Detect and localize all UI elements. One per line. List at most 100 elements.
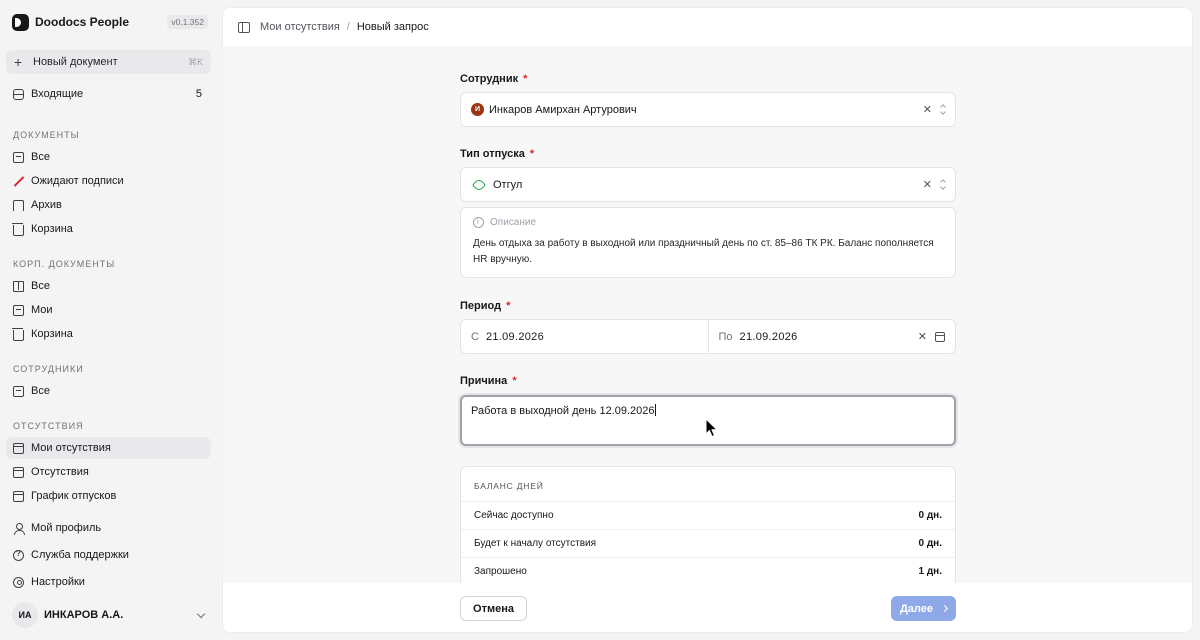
mouse-cursor-icon xyxy=(705,418,719,438)
sidebar-item-label: Отсутствия xyxy=(31,466,89,478)
sidebar-item-corp-trash[interactable]: Корзина xyxy=(6,323,211,345)
next-button-label: Далее xyxy=(899,602,934,615)
trash-icon xyxy=(12,327,24,341)
sidebar-item-docs-trash[interactable]: Корзина xyxy=(6,218,211,240)
leave-type-value: Отгул xyxy=(493,178,523,191)
clear-icon[interactable]: ✕ xyxy=(923,103,932,116)
version-badge: v0.1.352 xyxy=(167,15,208,29)
gear-icon xyxy=(13,576,24,588)
required-mark: * xyxy=(523,73,528,85)
sidebar-item-employees-all[interactable]: Все xyxy=(6,380,211,402)
period-range-picker: С 21.09.2026 По 21.09.2026 ✕ xyxy=(460,319,956,354)
form-scroll-area[interactable]: Сотрудник * И Инкаров Амирхан Артурович ✕… xyxy=(223,46,1192,583)
text-caret xyxy=(654,404,656,416)
balance-row-label: Сейчас доступно xyxy=(474,510,554,521)
section-documents: ДОКУМЕНТЫ xyxy=(13,130,80,140)
employee-label: Сотрудник * xyxy=(460,73,527,85)
breadcrumb-separator: / xyxy=(346,21,350,33)
tag-icon xyxy=(471,177,487,192)
form-footer: Отмена Далее xyxy=(223,583,1192,632)
sidebar-item-my-profile[interactable]: Мой профиль xyxy=(6,517,211,539)
chevron-right-icon xyxy=(940,604,949,613)
pen-icon xyxy=(13,176,24,187)
sidebar-item-label: Архив xyxy=(31,199,62,211)
balance-row-label: Запрошено xyxy=(474,566,527,577)
sidebar-item-corp-mine[interactable]: Мои xyxy=(6,299,211,321)
sidebar-item-label: Корзина xyxy=(31,328,73,340)
calendar-icon[interactable] xyxy=(935,331,945,342)
balance-row-label: Будет к началу отсутствия xyxy=(474,538,597,549)
info-icon xyxy=(473,217,484,228)
breadcrumb-parent[interactable]: Мои отсутствия xyxy=(260,21,340,33)
leave-type-select[interactable]: Отгул ✕ xyxy=(460,167,956,202)
required-mark: * xyxy=(529,148,535,160)
section-employees: СОТРУДНИКИ xyxy=(13,364,84,374)
inbox-count: 5 xyxy=(195,88,202,100)
sidebar-item-label: График отпусков xyxy=(31,490,117,502)
sidebar-item-label: Входящие xyxy=(31,88,84,100)
balance-row: Будет к началу отсутствия 0 дн. xyxy=(461,530,955,558)
reason-label-text: Причина xyxy=(460,375,508,387)
required-mark: * xyxy=(506,300,511,312)
sidebar-item-awaiting-signature[interactable]: Ожидают подписи xyxy=(6,170,211,192)
breadcrumb-current: Новый запрос xyxy=(356,21,429,33)
new-document-button[interactable]: + Новый документ ⌘K xyxy=(6,50,211,74)
employee-select[interactable]: И Инкаров Амирхан Артурович ✕ xyxy=(460,92,956,127)
leave-type-label-text: Тип отпуска xyxy=(460,148,525,160)
to-prefix: По xyxy=(718,330,733,343)
chevron-updown-icon xyxy=(940,179,946,190)
profile-menu[interactable]: ИА ИНКАРОВ А.А. xyxy=(12,602,208,628)
sidebar-item-label: Корзина xyxy=(31,223,73,235)
clear-icon[interactable]: ✕ xyxy=(923,178,932,191)
sidebar-item-corp-all[interactable]: Все xyxy=(6,275,211,297)
sidebar-item-label: Все xyxy=(31,385,50,397)
profile-name: ИНКАРОВ А.А. xyxy=(44,609,124,621)
sidebar-item-vacation-schedule[interactable]: График отпусков xyxy=(6,485,211,507)
main-panel: Мои отсутствия / Новый запрос Сотрудник *… xyxy=(222,7,1193,633)
sidebar-item-absences[interactable]: Отсутствия xyxy=(6,461,211,483)
chevron-updown-icon xyxy=(940,104,946,115)
period-label: Период * xyxy=(460,300,510,312)
user-icon xyxy=(13,522,25,535)
sidebar-item-archive[interactable]: Архив xyxy=(6,194,211,216)
from-date: 21.09.2026 xyxy=(485,330,545,343)
employee-value: Инкаров Амирхан Артурович xyxy=(489,103,637,116)
next-button[interactable]: Далее xyxy=(891,596,956,621)
period-label-text: Период xyxy=(460,300,502,312)
inbox-icon xyxy=(13,88,24,100)
sidebar-item-support[interactable]: Служба поддержки xyxy=(6,544,211,566)
description-text: День отдыха за работу в выходной или пра… xyxy=(473,238,934,265)
period-from-field[interactable]: С 21.09.2026 xyxy=(461,320,708,353)
sidebar-item-my-absences[interactable]: Мои отсутствия xyxy=(6,437,211,459)
calendar-grid-icon xyxy=(13,490,24,502)
sidebar-item-settings[interactable]: Настройки xyxy=(6,571,211,593)
balance-row-value: 0 дн. xyxy=(918,538,942,549)
plus-icon: + xyxy=(14,54,23,70)
balance-card: БАЛАНС ДНЕЙ Сейчас доступно 0 дн. Будет … xyxy=(460,466,956,583)
period-to-field[interactable]: По 21.09.2026 ✕ xyxy=(707,320,956,353)
book-icon xyxy=(13,280,24,292)
sidebar: Doodocs People v0.1.352 + Новый документ… xyxy=(0,0,220,640)
reason-label: Причина * xyxy=(460,375,517,387)
trash-icon xyxy=(12,222,24,236)
cancel-button[interactable]: Отмена xyxy=(460,596,527,621)
reason-value: Работа в выходной день 12.09.2026 xyxy=(471,405,655,417)
section-absences: ОТСУТСТВИЯ xyxy=(13,421,84,431)
sidebar-item-docs-all[interactable]: Все xyxy=(6,146,211,168)
sidebar-toggle-icon[interactable] xyxy=(238,21,250,33)
employee-label-text: Сотрудник xyxy=(460,73,519,85)
balance-row: Сейчас доступно 0 дн. xyxy=(461,502,955,530)
brand[interactable]: Doodocs People v0.1.352 xyxy=(12,13,208,31)
avatar: ИА xyxy=(12,602,38,628)
section-corp-documents: КОРП. ДОКУМЕНТЫ xyxy=(13,259,116,269)
leave-type-label: Тип отпуска * xyxy=(460,148,534,160)
sidebar-item-label: Все xyxy=(31,151,50,163)
balance-row: Запрошено 1 дн. xyxy=(461,558,955,583)
sidebar-item-label: Все xyxy=(31,280,50,292)
balance-row-value: 1 дн. xyxy=(918,566,942,577)
sidebar-item-inbox[interactable]: Входящие 5 xyxy=(6,83,211,105)
from-prefix: С xyxy=(471,330,479,343)
sidebar-item-label: Мои xyxy=(31,304,53,316)
clear-icon[interactable]: ✕ xyxy=(918,330,927,343)
sidebar-item-label: Настройки xyxy=(31,576,85,588)
